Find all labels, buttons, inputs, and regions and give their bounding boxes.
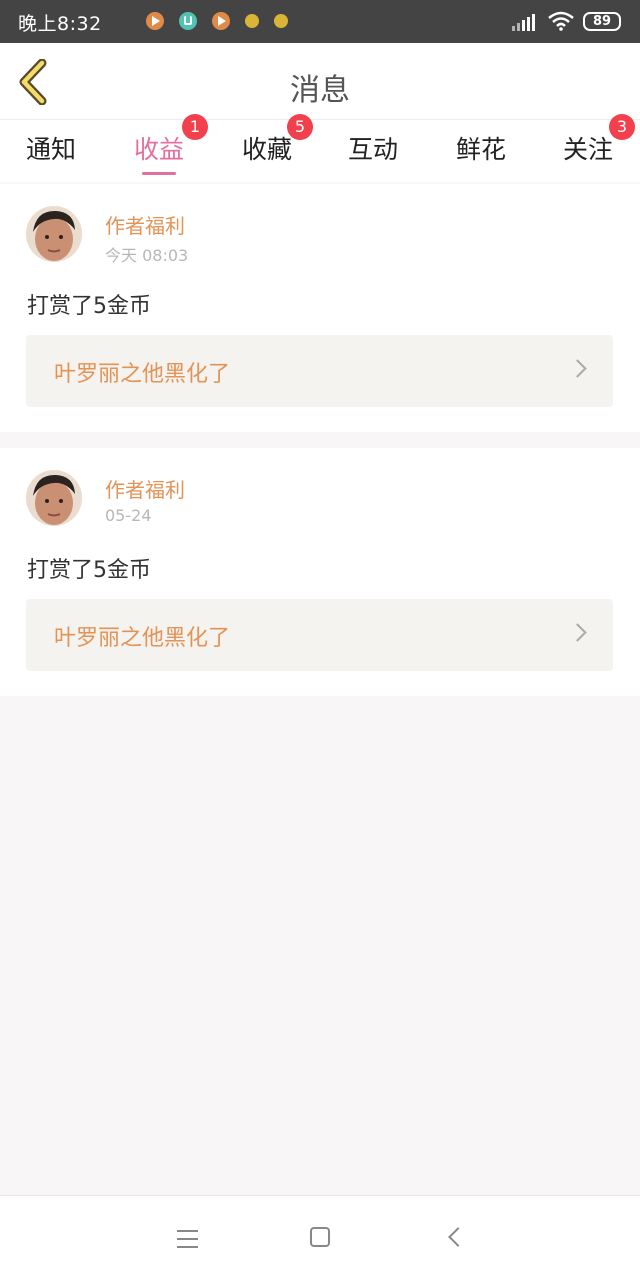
sender-name: 作者福利 xyxy=(105,214,185,238)
active-tab-indicator xyxy=(142,172,176,175)
following-badge: 3 xyxy=(609,114,635,140)
chevron-right-icon xyxy=(568,359,587,378)
tab-notifications[interactable]: 通知 xyxy=(6,130,96,166)
message-time: 05-24 xyxy=(105,506,152,525)
menu-icon[interactable] xyxy=(177,1230,198,1254)
message-body: 打赏了5金币 xyxy=(27,294,151,319)
home-icon[interactable] xyxy=(310,1227,330,1247)
book-link[interactable]: 叶罗丽之他黑化了 xyxy=(26,599,613,671)
chat-app-icon xyxy=(179,12,197,30)
status-time: 晚上8:32 xyxy=(18,13,102,35)
message-time: 今天 08:03 xyxy=(105,246,189,265)
bulb-app-icon xyxy=(245,14,259,28)
sender-name: 作者福利 xyxy=(105,478,185,502)
video-app-icon xyxy=(146,12,164,30)
tab-bar: 通知 收益 收藏 互动 鲜花 关注 1 5 3 xyxy=(0,114,640,182)
avatar[interactable] xyxy=(26,206,82,262)
video-app-icon xyxy=(212,12,230,30)
book-title: 叶罗丽之他黑化了 xyxy=(54,362,231,387)
back-icon[interactable] xyxy=(448,1227,468,1247)
app-header: 消息 xyxy=(0,43,640,120)
book-link[interactable]: 叶罗丽之他黑化了 xyxy=(26,335,613,407)
book-title: 叶罗丽之他黑化了 xyxy=(54,626,231,651)
earnings-badge: 1 xyxy=(182,114,208,140)
favorites-badge: 5 xyxy=(287,114,313,140)
battery-indicator: 89 xyxy=(583,12,621,31)
avatar[interactable] xyxy=(26,470,82,526)
status-bar: 晚上8:32 89 xyxy=(0,0,640,43)
system-nav-bar xyxy=(0,1195,640,1280)
tab-interactions[interactable]: 互动 xyxy=(328,130,418,166)
chevron-right-icon xyxy=(568,623,587,642)
message-card: 作者福利 05-24 打赏了5金币 叶罗丽之他黑化了 xyxy=(0,448,640,696)
bulb-app-icon xyxy=(274,14,288,28)
message-card: 作者福利 今天 08:03 打赏了5金币 叶罗丽之他黑化了 xyxy=(0,184,640,432)
tab-flowers[interactable]: 鲜花 xyxy=(436,130,526,166)
page-title: 消息 xyxy=(290,73,350,108)
message-body: 打赏了5金币 xyxy=(27,558,151,583)
signal-icon xyxy=(512,13,535,31)
notification-icons xyxy=(146,12,288,30)
wifi-icon xyxy=(548,11,574,31)
